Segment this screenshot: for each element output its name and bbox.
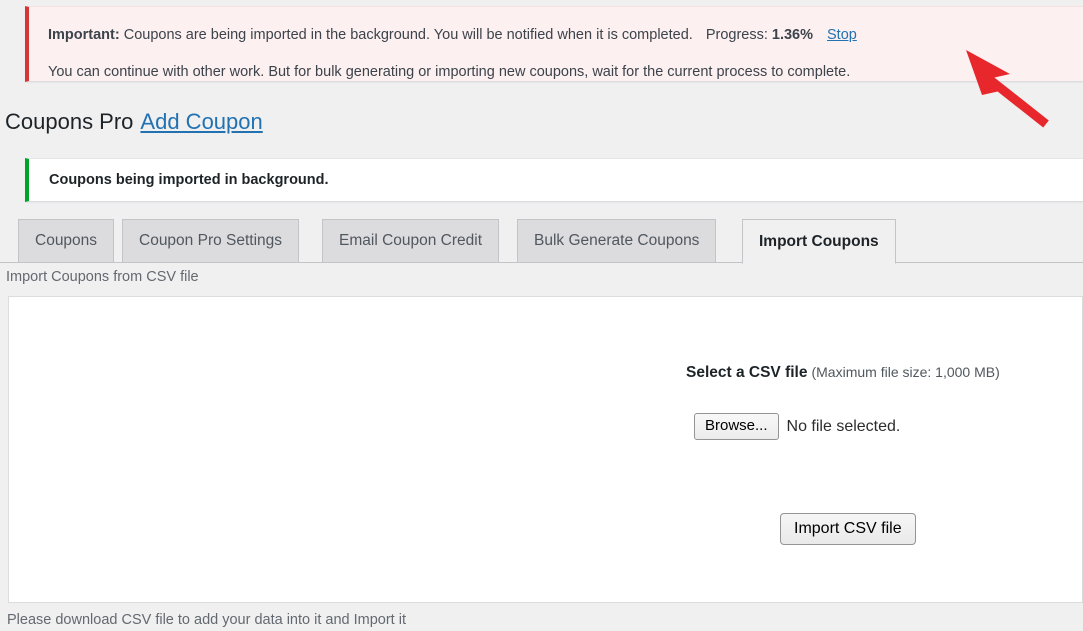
import-panel-label: Import Coupons from CSV file (6, 269, 199, 285)
tab-bulk-generate-coupons[interactable]: Bulk Generate Coupons (517, 219, 717, 262)
file-status-text: No file selected. (786, 417, 901, 435)
import-csv-panel-inner (9, 297, 1082, 602)
tab-coupons[interactable]: Coupons (18, 219, 115, 262)
import-csv-panel (8, 296, 1083, 603)
success-notice: Coupons being imported in background. (25, 158, 1083, 202)
browse-button[interactable]: Browse... (694, 413, 779, 440)
select-csv-file-label: Select a CSV file (686, 364, 808, 381)
tab-import-coupons[interactable]: Import Coupons (742, 219, 896, 264)
select-csv-file-row: Select a CSV file (Maximum file size: 1,0… (686, 364, 1000, 382)
success-notice-message: Coupons being imported in background. (49, 172, 329, 188)
important-label: Important: (48, 27, 120, 43)
tab-email-coupon-credit[interactable]: Email Coupon Credit (322, 219, 500, 262)
tab-coupon-pro-settings[interactable]: Coupon Pro Settings (122, 219, 300, 262)
file-input-row: Browse... No file selected. (694, 413, 900, 440)
important-notice-line-1: Important: Coupons are being imported in… (48, 25, 857, 47)
page-title-text: Coupons Pro (5, 109, 134, 134)
important-notice-line-2: You can continue with other work. But fo… (48, 64, 851, 80)
progress-value: 1.36% (771, 27, 813, 43)
tab-bar: Coupons Coupon Pro Settings Email Coupon… (0, 217, 1083, 264)
important-message: Coupons are being imported in the backgr… (119, 27, 693, 43)
progress-label: Progress: (705, 27, 768, 43)
add-coupon-link[interactable]: Add Coupon (140, 109, 262, 134)
stop-link[interactable]: Stop (827, 27, 857, 43)
footer-note: Please download CSV file to add your dat… (7, 612, 406, 628)
max-file-size-note: (Maximum file size: 1,000 MB) (811, 364, 1000, 380)
important-notice: Important: Coupons are being imported in… (25, 6, 1083, 82)
import-csv-file-button[interactable]: Import CSV file (780, 513, 916, 546)
page-title: Coupons Pro Add Coupon (5, 108, 263, 137)
